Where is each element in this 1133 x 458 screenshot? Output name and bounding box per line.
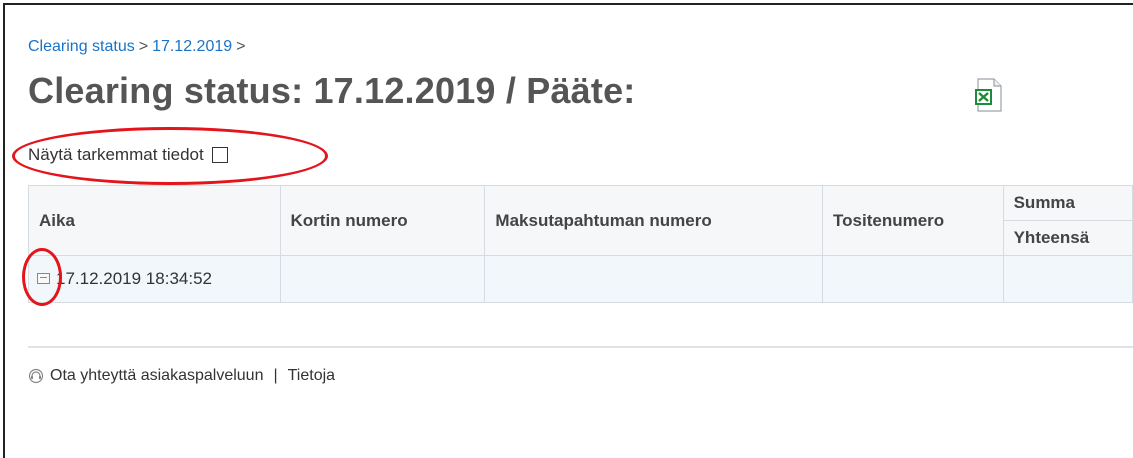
breadcrumb-link-clearing-status[interactable]: Clearing status [28, 38, 135, 55]
contact-support-link[interactable]: Ota yhteyttä asiakaspalveluun [50, 367, 263, 385]
cell-aika: 17.12.2019 18:34:52 [28, 255, 281, 303]
expand-row-icon[interactable] [37, 273, 50, 285]
cell-tosite [822, 255, 1004, 303]
column-header-summa: Summa [1002, 185, 1133, 221]
breadcrumb-separator: > [138, 38, 149, 55]
info-link[interactable]: Tietoja [288, 367, 335, 385]
column-header-kortti[interactable]: Kortin numero [279, 185, 486, 256]
column-header-yhteensa[interactable]: Yhteensä [1002, 220, 1133, 256]
clearing-table: Aika Kortin numero Maksutapahtuman numer… [28, 185, 1133, 303]
table-row: 17.12.2019 18:34:52 [28, 255, 1133, 303]
details-toggle[interactable]: Näytä tarkemmat tiedot [28, 145, 228, 165]
breadcrumb-separator: > [236, 38, 246, 55]
page-title: Clearing status: 17.12.2019 / Pääte: [28, 70, 636, 111]
cell-aika-value: 17.12.2019 18:34:52 [56, 269, 212, 288]
excel-export-icon[interactable] [973, 78, 1003, 112]
cell-summa [1002, 255, 1133, 303]
details-toggle-label: Näytä tarkemmat tiedot [28, 145, 204, 164]
customer-service-icon [28, 368, 44, 384]
column-header-maksu[interactable]: Maksutapahtuman numero [484, 185, 824, 256]
breadcrumb-link-date[interactable]: 17.12.2019 [152, 38, 232, 55]
column-header-tosite[interactable]: Tositenumero [822, 185, 1004, 256]
details-checkbox[interactable] [211, 147, 228, 163]
footer-separator: | [273, 367, 278, 384]
cell-maksu [484, 255, 824, 303]
footer-divider [28, 346, 1133, 348]
cell-kortti [279, 255, 486, 303]
footer: Ota yhteyttä asiakaspalveluun | Tietoja [28, 367, 335, 385]
breadcrumb: Clearing status >17.12.2019 > [28, 38, 249, 56]
column-header-aika[interactable]: Aika [28, 185, 281, 256]
